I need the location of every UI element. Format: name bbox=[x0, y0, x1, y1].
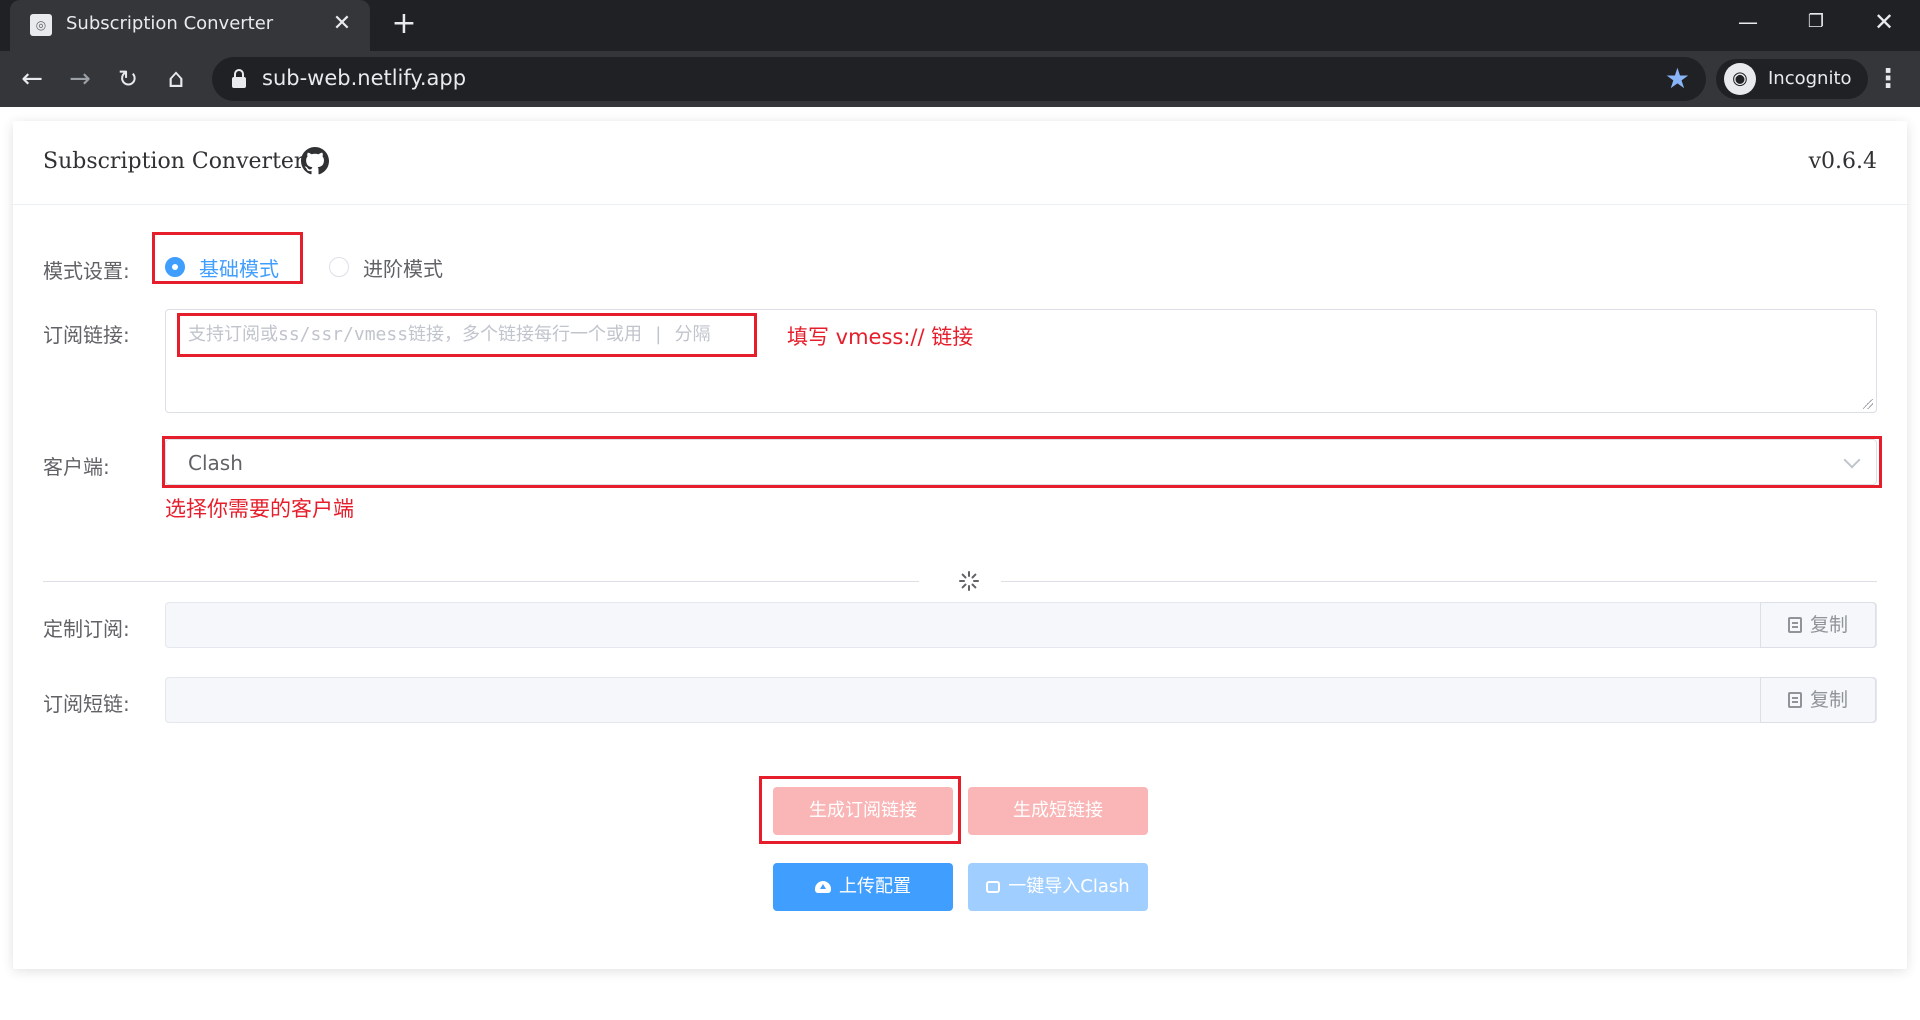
copy-icon bbox=[1787, 617, 1802, 633]
tab-close-icon[interactable]: ✕ bbox=[326, 8, 358, 40]
browser-tab[interactable]: ◎ Subscription Converter ✕ bbox=[10, 0, 370, 51]
mode-label: 模式设置: bbox=[43, 259, 130, 283]
client-label: 客户端: bbox=[43, 455, 110, 479]
version-label: v0.6.4 bbox=[1808, 149, 1877, 174]
window-restore-button[interactable]: ❐ bbox=[1782, 0, 1850, 44]
browser-tab-bar: ◎ Subscription Converter ✕ + — ❐ ✕ bbox=[0, 0, 1920, 51]
radio-advanced-mode-label[interactable]: 进阶模式 bbox=[363, 253, 443, 282]
upload-config-button[interactable]: 上传配置 bbox=[773, 863, 953, 911]
converter-card: Subscription Converter v0.6.4 模式设置: 基础模式… bbox=[13, 121, 1907, 969]
radio-advanced-mode[interactable]: 进阶模式 bbox=[329, 251, 459, 281]
home-icon[interactable]: ⌂ bbox=[158, 61, 194, 97]
upload-config-label: 上传配置 bbox=[839, 876, 911, 897]
annotation-client: 选择你需要的客户端 bbox=[165, 497, 354, 521]
resize-handle-icon[interactable] bbox=[1863, 399, 1873, 409]
custom-sub-label: 定制订阅: bbox=[43, 617, 130, 641]
new-tab-button[interactable]: + bbox=[386, 6, 422, 42]
window-close-button[interactable]: ✕ bbox=[1850, 0, 1918, 44]
browser-menu-icon[interactable]: ⋮ bbox=[1870, 61, 1906, 97]
custom-sub-input[interactable]: 复制 bbox=[165, 602, 1877, 648]
page-content: Subscription Converter v0.6.4 模式设置: 基础模式… bbox=[0, 107, 1920, 1020]
divider-left bbox=[43, 581, 919, 582]
page-favicon-icon: ◎ bbox=[30, 14, 52, 36]
forward-arrow-icon[interactable]: → bbox=[62, 61, 98, 97]
bookmark-star-icon[interactable]: ★ bbox=[1665, 62, 1690, 96]
cloud-upload-icon bbox=[815, 881, 831, 893]
short-link-copy-button[interactable]: 复制 bbox=[1760, 677, 1876, 723]
url-text[interactable]: sub-web.netlify.app bbox=[262, 66, 466, 90]
copy-icon bbox=[1787, 692, 1802, 708]
annotation-box-mode bbox=[152, 232, 303, 284]
incognito-icon: ◉ bbox=[1724, 63, 1756, 95]
incognito-label: Incognito bbox=[1768, 68, 1852, 89]
incognito-profile-button[interactable]: ◉ Incognito bbox=[1716, 59, 1868, 99]
import-clash-label: 一键导入Clash bbox=[1008, 876, 1130, 897]
github-icon[interactable] bbox=[301, 147, 329, 175]
annotation-subscription: 填写 vmess:// 链接 bbox=[787, 325, 974, 349]
loading-spinner-icon bbox=[959, 571, 979, 591]
card-header: Subscription Converter v0.6.4 bbox=[13, 121, 1907, 205]
custom-sub-copy-label: 复制 bbox=[1809, 614, 1848, 636]
annotation-box-client bbox=[162, 436, 1882, 488]
back-arrow-icon[interactable]: ← bbox=[14, 61, 50, 97]
short-link-input[interactable]: 复制 bbox=[165, 677, 1877, 723]
radio-advanced-mode-circle[interactable] bbox=[329, 257, 349, 277]
import-clash-button[interactable]: 一键导入Clash bbox=[968, 863, 1148, 911]
address-bar[interactable]: sub-web.netlify.app ★ bbox=[212, 57, 1706, 101]
browser-toolbar: ← → ↻ ⌂ sub-web.netlify.app ★ ◉ Incognit… bbox=[0, 51, 1920, 107]
short-link-copy-label: 复制 bbox=[1809, 689, 1848, 711]
tab-title: Subscription Converter bbox=[66, 13, 274, 34]
reload-icon[interactable]: ↻ bbox=[110, 61, 146, 97]
lock-icon[interactable] bbox=[232, 69, 246, 89]
divider-right bbox=[1001, 581, 1877, 582]
subscription-label: 订阅链接: bbox=[43, 323, 130, 347]
page-title: Subscription Converter bbox=[43, 149, 305, 174]
annotation-box-subscription bbox=[177, 313, 757, 357]
window-minimize-button[interactable]: — bbox=[1714, 0, 1782, 44]
annotation-box-generate bbox=[759, 776, 961, 844]
custom-sub-copy-button[interactable]: 复制 bbox=[1760, 602, 1876, 648]
short-link-label: 订阅短链: bbox=[43, 692, 130, 716]
generate-short-link-button[interactable]: 生成短链接 bbox=[968, 787, 1148, 835]
link-icon bbox=[986, 881, 1001, 893]
